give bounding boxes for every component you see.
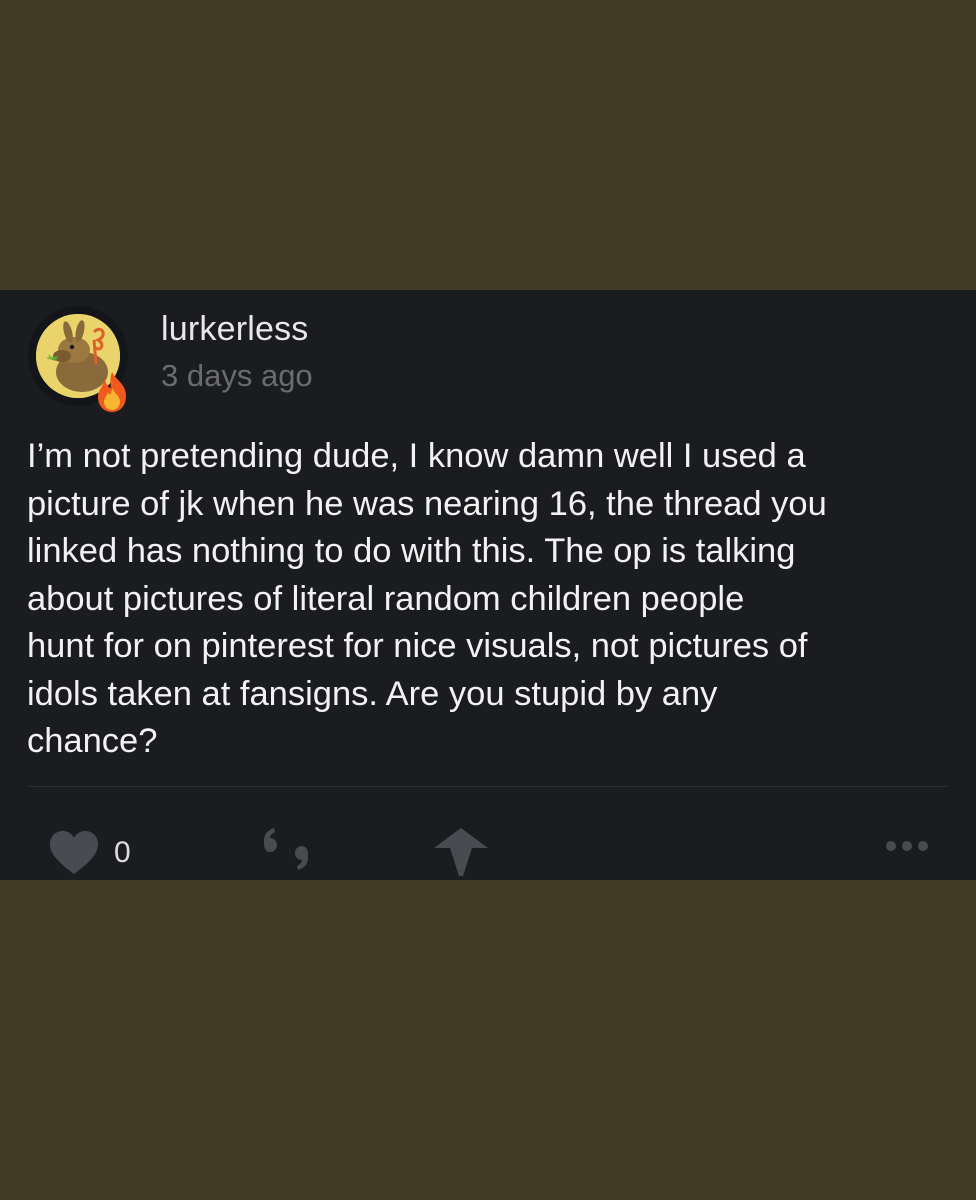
avatar[interactable] (28, 306, 128, 412)
action-bar: 0 (0, 820, 976, 880)
more-options-button[interactable] (884, 834, 930, 858)
like-count: 0 (114, 836, 131, 869)
share-arrow-icon (434, 828, 488, 876)
more-dots-icon (886, 841, 928, 851)
comment-body: I’m not pretending dude, I know damn wel… (27, 437, 827, 760)
quote-icon (264, 828, 308, 870)
heart-icon (50, 831, 98, 874)
fire-icon (98, 372, 126, 412)
divider (27, 786, 949, 787)
username[interactable]: lurkerless (161, 310, 308, 349)
comment-card: lurkerless 3 days ago I’m not pretending… (0, 290, 976, 880)
timestamp: 3 days ago (161, 358, 313, 393)
share-button[interactable] (432, 826, 490, 878)
like-button[interactable]: 0 (48, 830, 158, 878)
quote-button[interactable] (258, 826, 314, 874)
